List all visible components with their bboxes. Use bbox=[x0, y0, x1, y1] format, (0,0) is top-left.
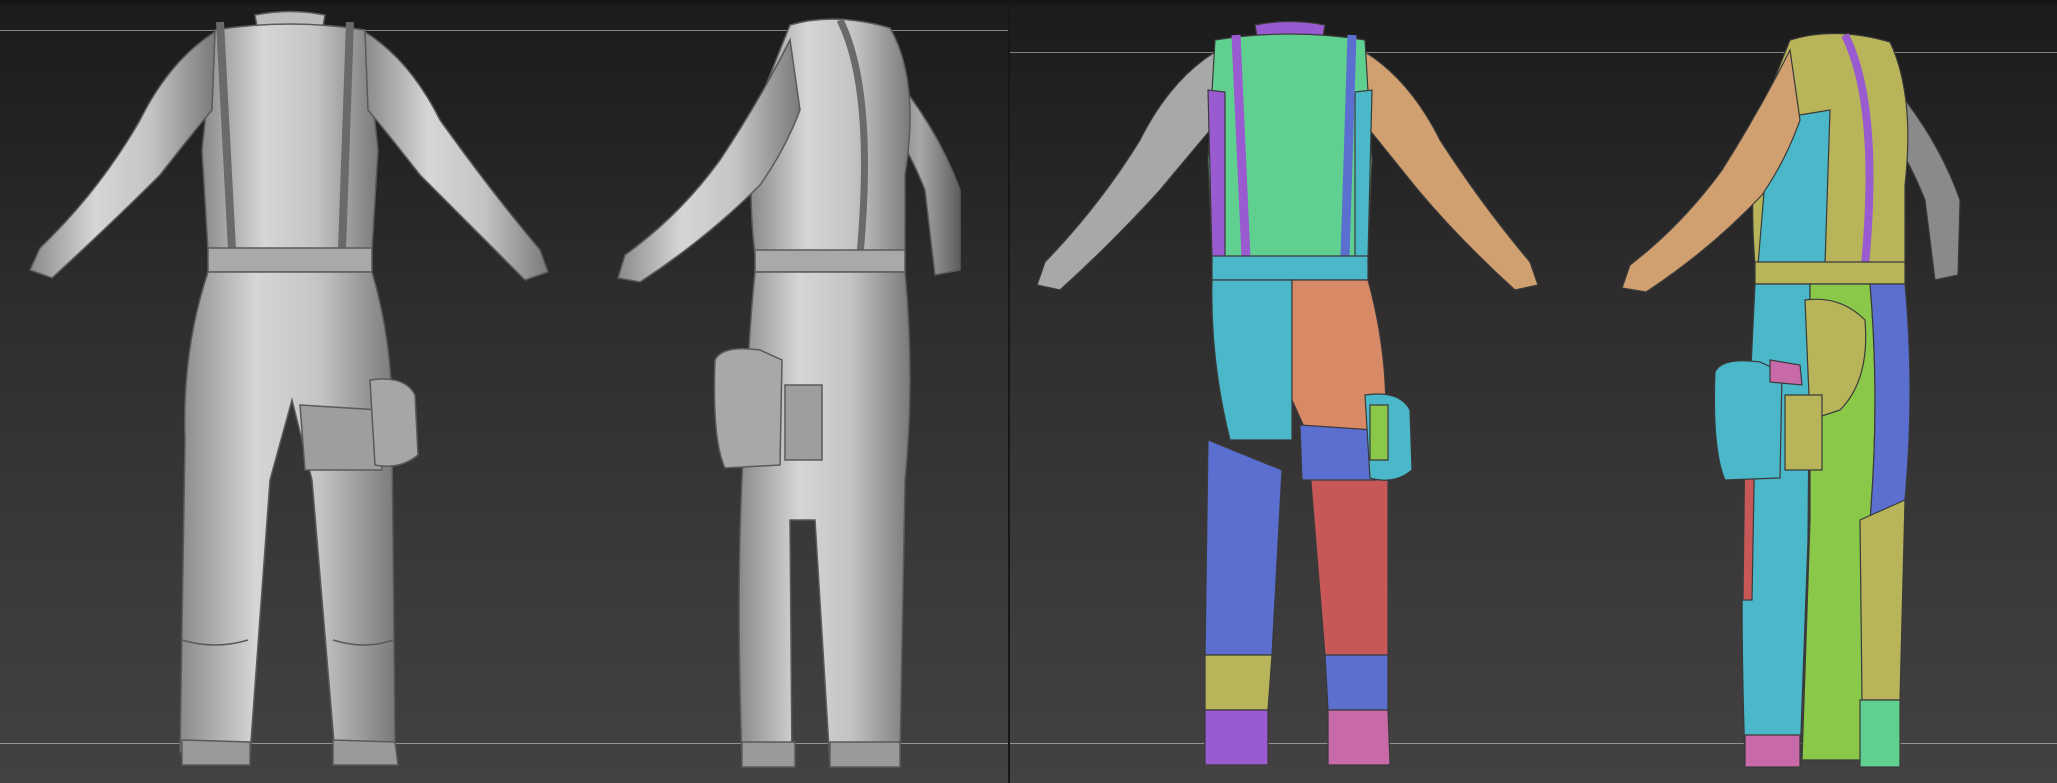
zbrush-document-canvas[interactable] bbox=[0, 0, 2057, 783]
front-view-polygroups bbox=[1036, 20, 1539, 766]
front-view-outfit bbox=[28, 10, 549, 766]
sculpt-viewport[interactable] bbox=[0, 0, 1008, 783]
polygroup-models bbox=[1036, 20, 1961, 768]
sculpt-models bbox=[28, 10, 961, 768]
side-view-polygroups bbox=[1621, 32, 1961, 768]
side-view-outfit bbox=[617, 18, 961, 768]
polygroups-viewport[interactable] bbox=[1010, 0, 2057, 783]
